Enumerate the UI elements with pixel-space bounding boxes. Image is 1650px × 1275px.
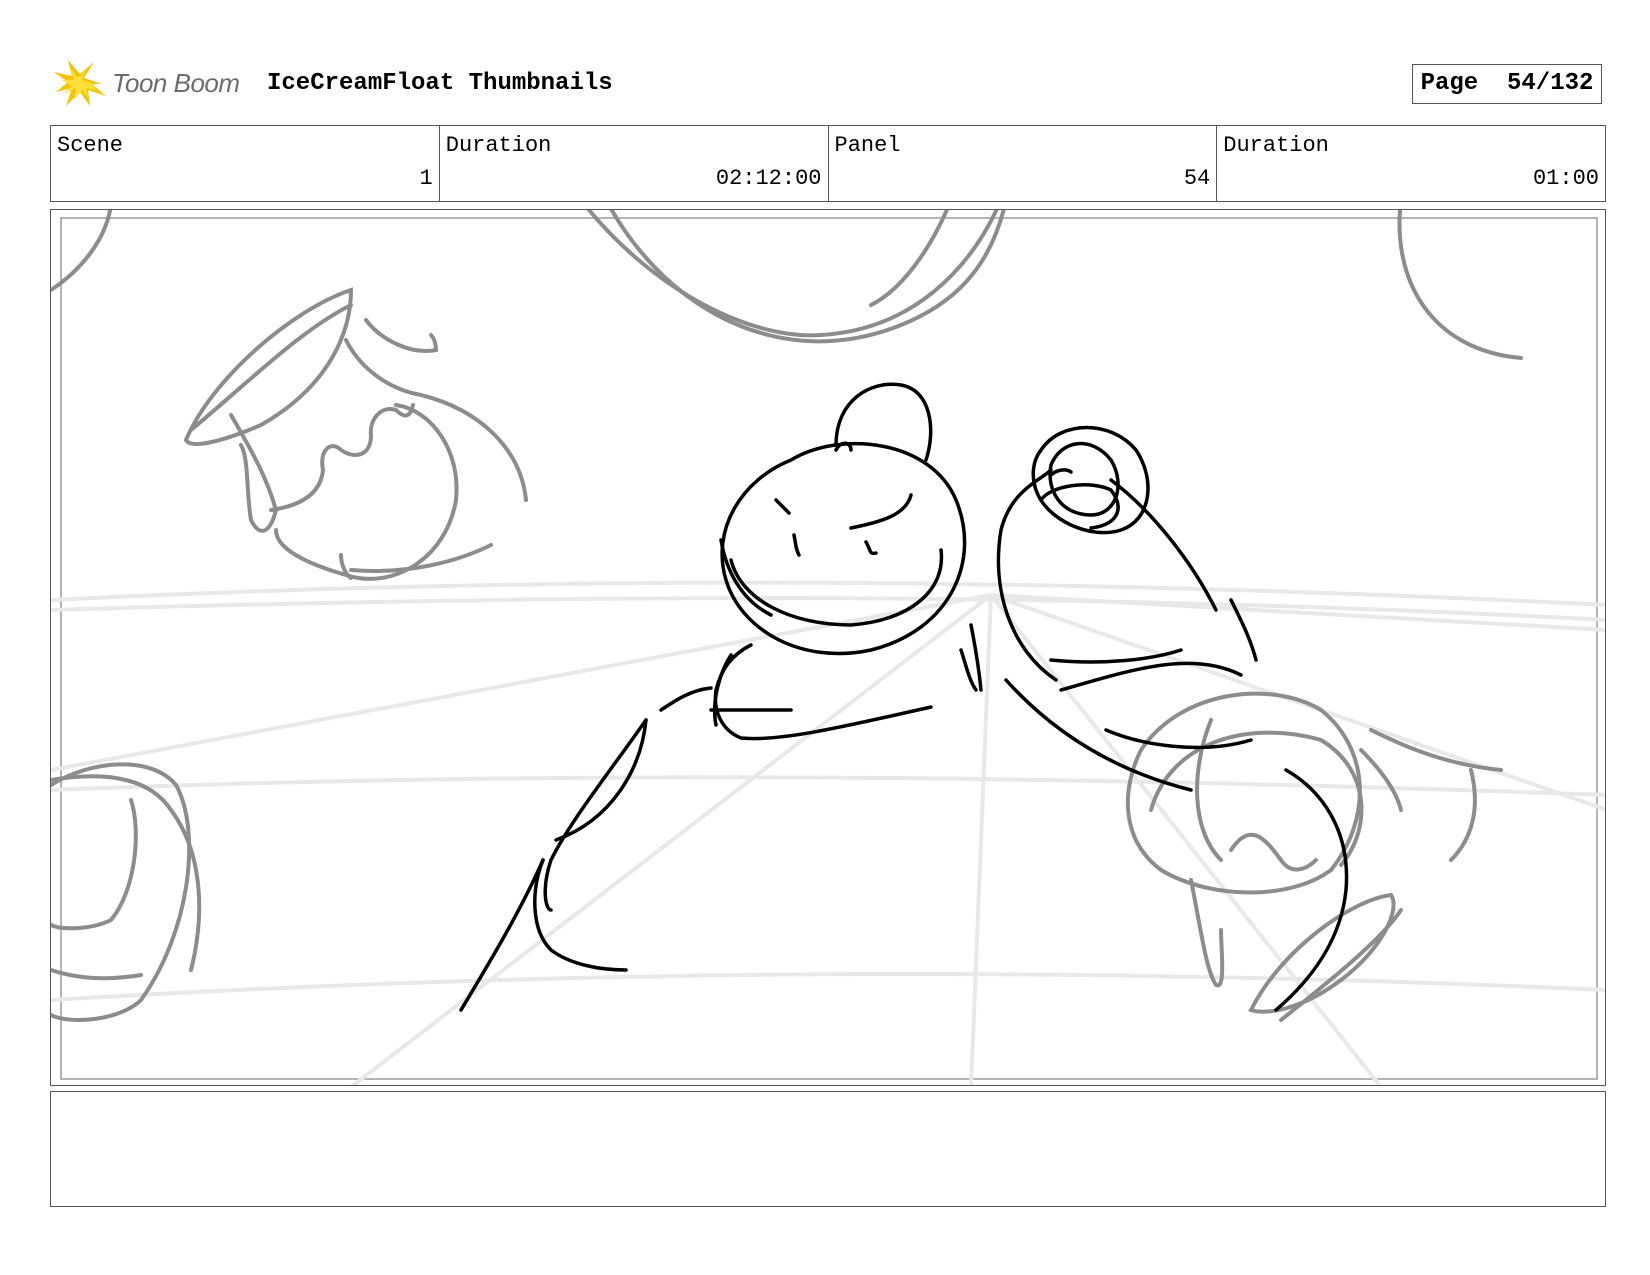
- scene-label: Scene: [57, 133, 124, 158]
- panel-notes-box: [50, 1091, 1606, 1207]
- logo-text: Toon Boom: [112, 68, 240, 98]
- scene-duration-cell: Duration 02:12:00: [440, 126, 829, 201]
- panel-duration-label: Duration: [1223, 133, 1329, 158]
- page-header: Toon Boom IceCreamFloat Thumbnails Page …: [52, 58, 1612, 108]
- character-sketch: [459, 382, 1349, 1012]
- scene-value: 1: [419, 166, 433, 191]
- scene-info-table: Scene 1 Duration 02:12:00 Panel 54 Durat…: [50, 125, 1606, 202]
- storyboard-panel: [50, 209, 1606, 1086]
- page-number: 54/132: [1507, 70, 1594, 97]
- panel-duration-value: 01:00: [1532, 166, 1599, 191]
- panel-sketch: [51, 210, 1605, 1085]
- scene-duration-value: 02:12:00: [715, 166, 822, 191]
- toon-boom-logo: Toon Boom: [54, 58, 254, 108]
- burst-star-icon: [54, 60, 106, 106]
- document-title: IceCreamFloat Thumbnails: [267, 70, 613, 97]
- panel-value: 54: [1183, 166, 1211, 191]
- panel-label: Panel: [834, 133, 901, 158]
- page-label: Page: [1420, 70, 1479, 97]
- scene-duration-label: Duration: [445, 133, 552, 158]
- panel-duration-cell: Duration 01:00: [1217, 126, 1605, 201]
- perspective-grid: [51, 580, 1605, 1085]
- page-indicator: Page 54/132: [1412, 64, 1602, 104]
- scene-cell: Scene 1: [51, 126, 440, 201]
- panel-cell: Panel 54: [829, 126, 1218, 201]
